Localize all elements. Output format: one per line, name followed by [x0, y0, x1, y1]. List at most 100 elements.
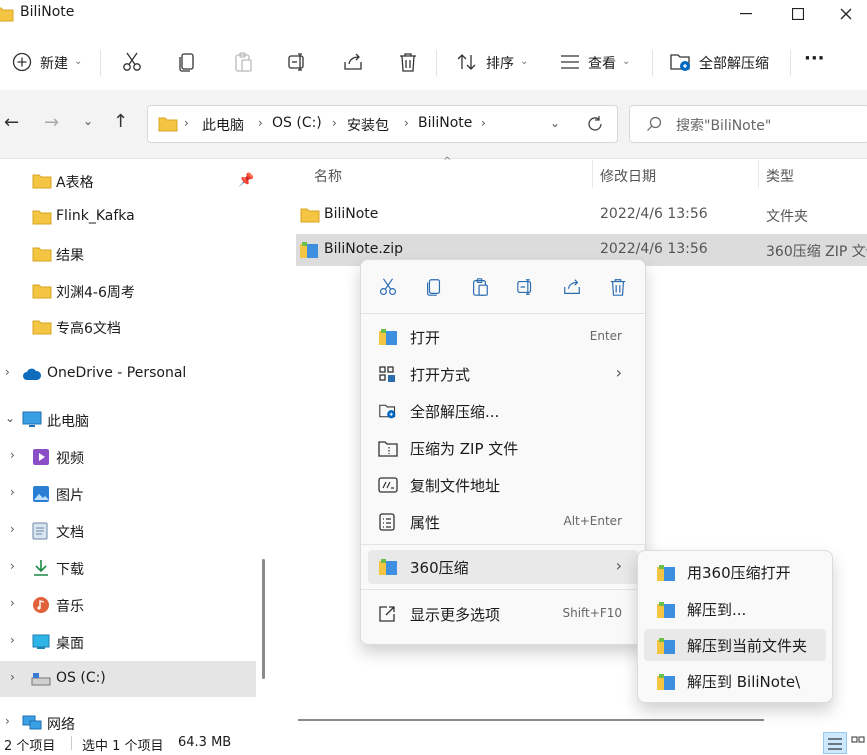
nav-item-label: A表格 — [56, 175, 94, 191]
submenu-item-open-with-360[interactable]: 用360压缩打开 — [644, 556, 826, 588]
column-divider[interactable] — [758, 160, 759, 188]
recent-locations-chevron-icon[interactable]: ⌄ — [83, 114, 93, 128]
details-view-button[interactable] — [823, 732, 847, 754]
nav-item-a-table[interactable]: A表格 📌 — [0, 163, 260, 199]
submenu-item-extract-to-bilinote[interactable]: 解压到 BiliNote\ — [644, 665, 826, 697]
nav-item-downloads[interactable]: › 下载 — [0, 550, 260, 586]
nav-scrollbar-thumb[interactable] — [262, 559, 265, 679]
expand-chevron-icon[interactable]: › — [10, 448, 15, 462]
menu-item-open-with[interactable]: 打开方式 › — [368, 357, 638, 391]
expand-chevron-icon[interactable]: › — [10, 522, 15, 536]
menu-item-open[interactable]: 打开 Enter — [368, 320, 638, 354]
expand-chevron-icon[interactable]: › — [10, 633, 15, 647]
tiles-view-button[interactable] — [851, 736, 865, 754]
submenu-item-extract-to[interactable]: 解压到... — [644, 593, 826, 625]
expand-chevron-icon[interactable]: › — [10, 485, 15, 499]
nav-item-this-pc[interactable]: ⌄ 此电脑 — [0, 402, 260, 438]
delete-icon[interactable] — [397, 51, 419, 73]
nav-item-documents[interactable]: › 文档 — [0, 513, 260, 549]
refresh-icon[interactable] — [586, 115, 604, 133]
delete-icon[interactable] — [608, 277, 628, 297]
nav-item-videos[interactable]: › 视频 — [0, 439, 260, 475]
minimize-button[interactable] — [722, 0, 770, 28]
forward-icon[interactable]: → — [44, 112, 59, 133]
folder-icon — [32, 319, 52, 335]
breadcrumb-installers[interactable]: 安装包 — [347, 115, 389, 135]
file-type: 360压缩 ZIP 文件 — [766, 244, 867, 260]
back-icon[interactable]: ← — [4, 112, 19, 133]
breadcrumb-bilinote[interactable]: BiliNote — [418, 115, 472, 131]
cut-icon[interactable] — [121, 51, 143, 73]
menu-item-extract-all[interactable]: 全部解压缩... — [368, 394, 638, 428]
submenu-chevron-icon: › — [615, 363, 622, 382]
menu-item-label: 打开 — [410, 329, 441, 347]
menu-item-compress-zip[interactable]: 压缩为 ZIP 文件 — [368, 431, 638, 465]
address-history-chevron-icon[interactable]: ⌄ — [550, 116, 560, 130]
breadcrumb-drive-c[interactable]: OS (C:) — [272, 115, 322, 131]
cloud-icon — [22, 367, 42, 381]
zip-archive-icon — [299, 241, 319, 259]
menu-item-360-compress[interactable]: 360压缩 › — [368, 550, 638, 584]
breadcrumb-this-pc[interactable]: 此电脑 — [202, 115, 244, 135]
address-bar[interactable]: › 此电脑 › OS (C:) › 安装包 › BiliNote › ⌄ — [147, 105, 618, 143]
nav-item-results[interactable]: 结果 — [0, 236, 260, 272]
column-header-name[interactable]: 名称 — [314, 166, 342, 186]
nav-item-os-c[interactable]: › OS (C:) — [0, 661, 256, 697]
nav-item-flink-kafka[interactable]: Flink_Kafka — [0, 199, 260, 235]
copy-icon[interactable] — [176, 51, 198, 73]
sort-button[interactable]: 排序 ⌄ — [452, 46, 534, 78]
cut-icon[interactable] — [378, 277, 398, 297]
collapse-chevron-icon[interactable]: ⌄ — [5, 411, 15, 425]
more-options-button[interactable]: ··· — [804, 48, 834, 76]
folder-icon — [32, 246, 52, 262]
folder-icon — [32, 209, 52, 225]
search-box[interactable]: 搜索"BiliNote" — [629, 105, 867, 143]
menu-item-label: 显示更多选项 — [410, 606, 501, 624]
zip-archive-icon — [656, 601, 676, 619]
submenu-item-extract-here[interactable]: 解压到当前文件夹 — [644, 629, 826, 661]
extract-all-button[interactable]: 全部解压缩 — [668, 46, 780, 78]
nav-item-desktop[interactable]: › 桌面 — [0, 624, 260, 660]
nav-item-label: 文档 — [56, 525, 84, 541]
table-row[interactable]: BiliNote 2022/4/6 13:56 文件夹 — [296, 198, 867, 232]
nav-item-weekly-exam[interactable]: 刘渊4-6周考 — [0, 273, 260, 309]
paste-icon — [232, 51, 254, 73]
nav-item-music[interactable]: › 音乐 — [0, 587, 260, 623]
menu-item-label: 压缩为 ZIP 文件 — [410, 440, 519, 458]
menu-item-label: 打开方式 — [410, 366, 471, 384]
context-menu: 打开 Enter 打开方式 › 全部解压缩... 压缩为 ZIP 文件 复制文件… — [360, 259, 646, 645]
share-icon[interactable] — [342, 51, 364, 73]
expand-chevron-icon[interactable]: › — [5, 714, 10, 728]
menu-item-copy-path[interactable]: 复制文件地址 — [368, 468, 638, 502]
item-count: 2 个项目 — [4, 739, 56, 754]
paste-icon[interactable] — [470, 277, 490, 297]
close-button[interactable] — [822, 0, 867, 28]
folder-icon — [32, 283, 52, 299]
expand-chevron-icon[interactable]: › — [10, 596, 15, 610]
rename-icon[interactable] — [287, 51, 309, 73]
expand-chevron-icon[interactable]: › — [5, 365, 10, 379]
column-divider[interactable] — [592, 160, 593, 188]
nav-item-docs[interactable]: 专高6文档 — [0, 309, 260, 345]
column-header-type[interactable]: 类型 — [766, 166, 794, 186]
nav-item-onedrive[interactable]: › OneDrive - Personal — [0, 356, 260, 392]
copy-icon[interactable] — [424, 277, 444, 297]
menu-item-show-more[interactable]: 显示更多选项 Shift+F10 — [368, 597, 638, 631]
column-header-date[interactable]: 修改日期 — [600, 166, 656, 186]
expand-chevron-icon[interactable]: › — [10, 559, 15, 573]
horizontal-scrollbar-thumb[interactable] — [298, 719, 764, 721]
folder-icon — [0, 6, 14, 22]
expand-chevron-icon[interactable]: › — [10, 670, 15, 684]
nav-item-pictures[interactable]: › 图片 — [0, 476, 260, 512]
submenu-360: 用360压缩打开 解压到... 解压到当前文件夹 解压到 BiliNote\ — [637, 550, 833, 703]
share-icon[interactable] — [562, 277, 582, 297]
divider — [361, 589, 645, 590]
rename-icon[interactable] — [516, 277, 536, 297]
new-button[interactable]: 新建 ⌄ — [0, 46, 94, 78]
up-icon[interactable]: ↑ — [113, 111, 128, 132]
sort-ascending-icon: ^ — [443, 156, 452, 167]
maximize-button[interactable] — [774, 0, 822, 28]
divider — [361, 313, 645, 314]
menu-item-properties[interactable]: 属性 Alt+Enter — [368, 505, 638, 539]
view-button[interactable]: 查看 ⌄ — [556, 46, 638, 78]
